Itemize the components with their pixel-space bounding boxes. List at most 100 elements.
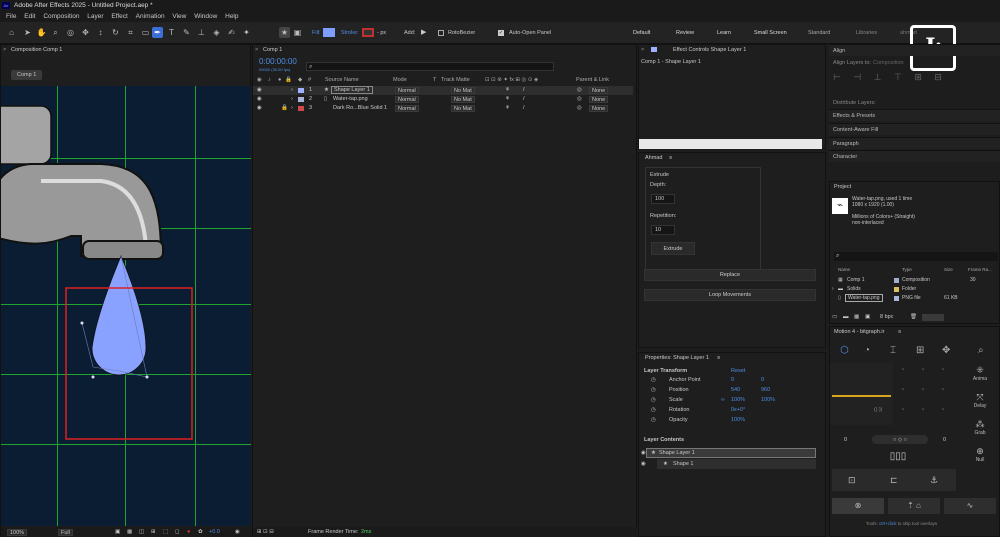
box-icon[interactable]: ⬡: [840, 341, 849, 361]
content-item-shape[interactable]: ◉ ★ Shape 1: [641, 459, 816, 469]
rotobezier-checkbox[interactable]: [438, 30, 444, 36]
stopwatch-icon[interactable]: ◷: [651, 377, 656, 383]
track-matte-dropdown[interactable]: No Mat: [451, 96, 475, 103]
workspace-learn[interactable]: Learn: [717, 30, 731, 36]
menu-help[interactable]: Help: [225, 11, 238, 22]
quality-switch-icon[interactable]: /: [523, 95, 525, 104]
col-type[interactable]: Type: [902, 267, 912, 272]
eye-icon[interactable]: ◉: [257, 104, 262, 113]
curve-icon[interactable]: ∿: [944, 498, 996, 514]
close-icon[interactable]: ×: [641, 45, 644, 55]
quality-switch-icon[interactable]: /: [523, 86, 525, 95]
anchor-dot-icon[interactable]: ◦: [942, 407, 944, 413]
new-composition-icon[interactable]: ▦: [854, 312, 859, 323]
menu-edit[interactable]: Edit: [24, 11, 35, 22]
hand-tool-icon[interactable]: ✋: [36, 27, 47, 38]
orbit-camera-icon[interactable]: ◎: [65, 27, 76, 38]
type-tool-icon[interactable]: T: [166, 27, 177, 38]
content-item-shape-layer[interactable]: ◉ ★ Shape Layer 1: [641, 448, 816, 458]
dolly-camera-icon[interactable]: ↕: [95, 27, 106, 38]
fill-swatch[interactable]: [323, 28, 335, 37]
eraser-tool-icon[interactable]: ◈: [211, 27, 222, 38]
project-item[interactable]: ▯ Water-tap.png PNG file 61 KB: [830, 294, 998, 303]
color-channel-icon[interactable]: ●: [187, 527, 190, 537]
delay-icon[interactable]: ⤧: [962, 392, 998, 403]
project-settings-icon[interactable]: ▣: [865, 312, 870, 323]
pickwhip-icon[interactable]: ◎: [577, 86, 582, 95]
stopwatch-icon[interactable]: ◷: [651, 407, 656, 413]
content-aware-fill-header[interactable]: Content-Aware Fill: [829, 123, 1000, 135]
panel-menu-icon[interactable]: ≡: [898, 327, 901, 337]
zoom-tool-icon[interactable]: ⌕: [50, 27, 61, 38]
eye-icon[interactable]: ◉: [641, 459, 646, 469]
anchor-dot-icon[interactable]: ◦: [922, 387, 924, 393]
label-swatch[interactable]: [894, 287, 899, 292]
close-icon[interactable]: ×: [3, 45, 6, 55]
rotation-tool-icon[interactable]: ↻: [110, 27, 121, 38]
anchor-dot-icon[interactable]: ◦: [902, 367, 904, 373]
timeline-layer-row[interactable]: ◉ › 1 ★ Shape Layer 1 Normal No Mat ⚘ / …: [253, 86, 633, 95]
zoom-dropdown[interactable]: 100%: [7, 529, 28, 536]
anchor-dot-icon[interactable]: ◦: [922, 407, 924, 413]
col-size[interactable]: Size: [944, 267, 953, 272]
snapshot-icon[interactable]: ◉: [235, 527, 240, 537]
timeline-tab[interactable]: Comp 1: [263, 47, 282, 53]
depth-input[interactable]: 100: [651, 194, 675, 204]
label-color-swatch[interactable]: [298, 88, 304, 93]
prop-value-x[interactable]: 540: [731, 387, 740, 393]
menu-view[interactable]: View: [172, 11, 186, 22]
repetition-input[interactable]: 10: [651, 225, 675, 235]
pen-tool-icon[interactable]: ✒: [152, 27, 163, 38]
settings-icon[interactable]: ✿: [198, 527, 203, 537]
project-slider[interactable]: [922, 314, 944, 321]
anchor-dot-icon[interactable]: ◦: [942, 387, 944, 393]
spread-icon[interactable]: ✥: [942, 341, 950, 361]
interpret-footage-icon[interactable]: ▭: [832, 312, 837, 323]
puppet-pin-icon[interactable]: ✦: [241, 27, 252, 38]
motion-slider-track[interactable]: ○ ◇ ○: [872, 435, 928, 444]
roto-brush-icon[interactable]: ✍: [226, 27, 237, 38]
parent-link-header[interactable]: Parent & Link: [576, 76, 609, 85]
menu-animation[interactable]: Animation: [136, 11, 165, 22]
trim-icon[interactable]: ⌶: [890, 341, 896, 361]
eye-icon[interactable]: ◉: [257, 95, 262, 104]
prop-value-y[interactable]: 960: [761, 387, 770, 393]
eye-icon[interactable]: ◉: [641, 449, 646, 458]
constrain-link-icon[interactable]: ∞: [721, 397, 725, 403]
source-name-header[interactable]: Source Name: [325, 76, 359, 85]
comp-tab[interactable]: Comp 1: [11, 70, 43, 80]
rectangle-tool-icon[interactable]: ▭: [140, 27, 151, 38]
null-icon[interactable]: ⊕: [962, 446, 998, 457]
effects-presets-header[interactable]: Effects & Presets: [829, 109, 1000, 121]
curve-graph[interactable]: ((·)): [830, 363, 893, 425]
align-target-dropdown[interactable]: Composition: [873, 60, 904, 66]
brush-tool-icon[interactable]: ✎: [181, 27, 192, 38]
col-name[interactable]: Name: [838, 267, 850, 272]
expand-chevron-icon[interactable]: ›: [291, 95, 293, 104]
align-panel-header[interactable]: Align: [829, 44, 1000, 56]
align-buttons-icon[interactable]: ⊢ ⊣ ⊥ ⊤ ⊞ ⊟: [829, 72, 947, 83]
motion-slider-row[interactable]: 0 ○ ◇ ○ 0: [840, 435, 960, 445]
shy-switch-icon[interactable]: ⚘: [505, 86, 510, 95]
character-header[interactable]: Character: [829, 150, 1000, 162]
crop-icon[interactable]: ⊡: [848, 469, 856, 491]
panel-menu-icon[interactable]: ≡: [669, 153, 672, 163]
layer-name[interactable]: Dark Ro...Blue Solid 1: [333, 104, 387, 113]
anchor-dot-icon[interactable]: ◦: [902, 407, 904, 413]
new-folder-icon[interactable]: ▬: [843, 312, 849, 323]
timeline-layer-row[interactable]: ◉ › 2 ▯ Water-tap.png Normal No Mat ⚘ / …: [253, 95, 633, 104]
menu-composition[interactable]: Composition: [43, 11, 79, 22]
star-toggle-icon[interactable]: ★: [279, 27, 290, 38]
selection-tool-icon[interactable]: ➤: [22, 27, 33, 38]
shy-switch-icon[interactable]: ⚘: [505, 95, 510, 104]
menu-layer[interactable]: Layer: [87, 11, 103, 22]
label-color-swatch[interactable]: [298, 106, 304, 111]
workspace-review[interactable]: Review: [676, 30, 694, 36]
layer-name[interactable]: Water-tap.png: [333, 95, 368, 104]
reset-link[interactable]: Reset: [731, 368, 745, 374]
pickwhip-icon[interactable]: ◎: [577, 95, 582, 104]
prop-value-y[interactable]: 100%: [761, 397, 775, 403]
stroke-swatch[interactable]: [362, 28, 374, 37]
label-swatch[interactable]: [894, 296, 899, 301]
paragraph-header[interactable]: Paragraph: [829, 137, 1000, 149]
